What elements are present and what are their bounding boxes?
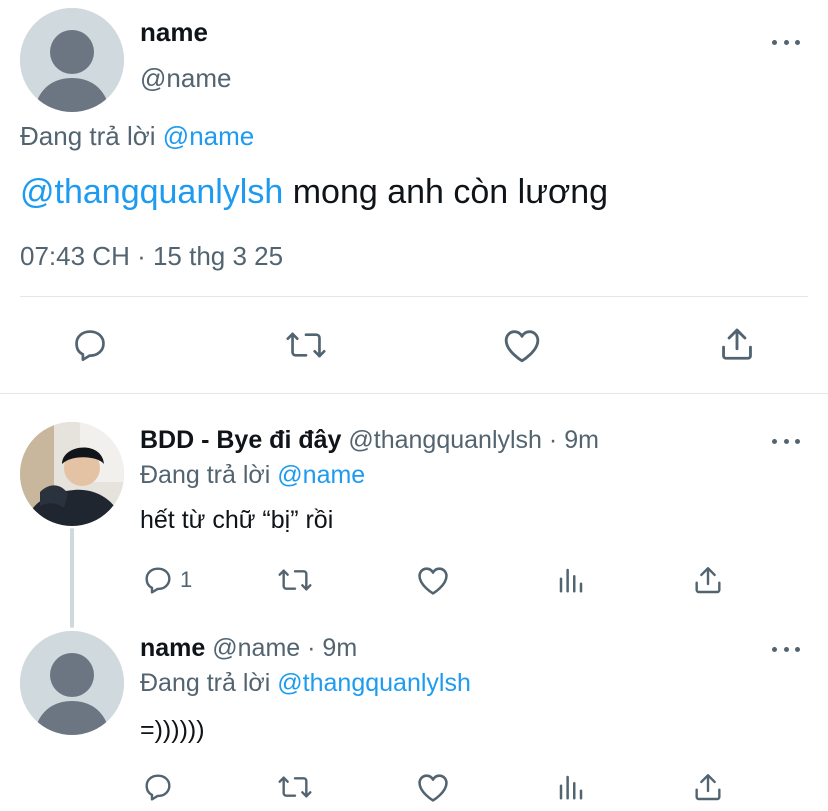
- more-options-icon[interactable]: [772, 436, 800, 446]
- author-display-name[interactable]: BDD - Bye đi đây: [140, 426, 341, 454]
- reply-text: hết từ chữ “bị” rồi: [140, 506, 334, 534]
- user-photo-icon: [20, 422, 124, 526]
- retweet-icon[interactable]: [277, 564, 313, 596]
- author-display-name[interactable]: name: [140, 634, 205, 662]
- tweet-body: mong anh còn lương: [283, 173, 609, 211]
- replying-to-link[interactable]: @thangquanlylsh: [277, 669, 471, 697]
- analytics-icon[interactable]: [556, 771, 586, 803]
- reply-count[interactable]: 1: [180, 566, 192, 594]
- reply-icon[interactable]: [142, 564, 174, 596]
- replying-to-line: Đang trả lời @name: [20, 120, 254, 152]
- reply-header: BDD - Bye đi đây @thangquanlylsh · 9m: [140, 424, 599, 456]
- more-options-icon[interactable]: [772, 37, 800, 47]
- replying-to-link[interactable]: @name: [277, 461, 365, 489]
- reply-time[interactable]: · 9m: [549, 426, 599, 454]
- reply-text: =)))))): [140, 716, 205, 744]
- author-handle[interactable]: @name: [140, 62, 231, 94]
- author-handle[interactable]: @thangquanlylsh: [348, 426, 542, 454]
- reply-icon[interactable]: [71, 326, 109, 364]
- avatar[interactable]: [20, 422, 124, 526]
- tweet-timestamp[interactable]: 07:43 CH · 15 thg 3 25: [20, 240, 283, 272]
- reply-time[interactable]: · 9m: [307, 634, 357, 662]
- like-icon[interactable]: [502, 326, 542, 364]
- avatar[interactable]: [20, 8, 124, 112]
- replying-to-line: Đang trả lời @thangquanlylsh: [140, 667, 471, 699]
- like-icon[interactable]: [416, 564, 450, 596]
- reply-icon[interactable]: [142, 771, 174, 803]
- divider: [20, 296, 808, 297]
- analytics-icon[interactable]: [556, 564, 586, 596]
- author-handle[interactable]: @name: [212, 634, 300, 662]
- more-options-icon[interactable]: [772, 644, 800, 654]
- replying-to-prefix: Đang trả lời: [20, 121, 156, 151]
- share-icon[interactable]: [692, 563, 724, 597]
- section-separator: [0, 393, 828, 394]
- replying-to-prefix: Đang trả lời: [140, 669, 271, 697]
- share-icon[interactable]: [692, 770, 724, 804]
- author-display-name[interactable]: name: [140, 16, 208, 48]
- tweet-text: @thangquanlylsh mong anh còn lương: [20, 170, 608, 214]
- reply-header: name @name · 9m: [140, 632, 357, 664]
- retweet-icon[interactable]: [277, 771, 313, 803]
- avatar[interactable]: [20, 631, 124, 735]
- replying-to-prefix: Đang trả lời: [140, 461, 271, 489]
- replying-to-line: Đang trả lời @name: [140, 459, 365, 491]
- share-icon[interactable]: [718, 324, 756, 364]
- mention-link[interactable]: @thangquanlylsh: [20, 173, 283, 211]
- replying-to-link[interactable]: @name: [163, 121, 254, 151]
- thread-connector-line: [70, 528, 74, 628]
- default-avatar-icon: [20, 8, 124, 112]
- default-avatar-icon: [20, 631, 124, 735]
- like-icon[interactable]: [416, 771, 450, 803]
- retweet-icon[interactable]: [285, 326, 327, 364]
